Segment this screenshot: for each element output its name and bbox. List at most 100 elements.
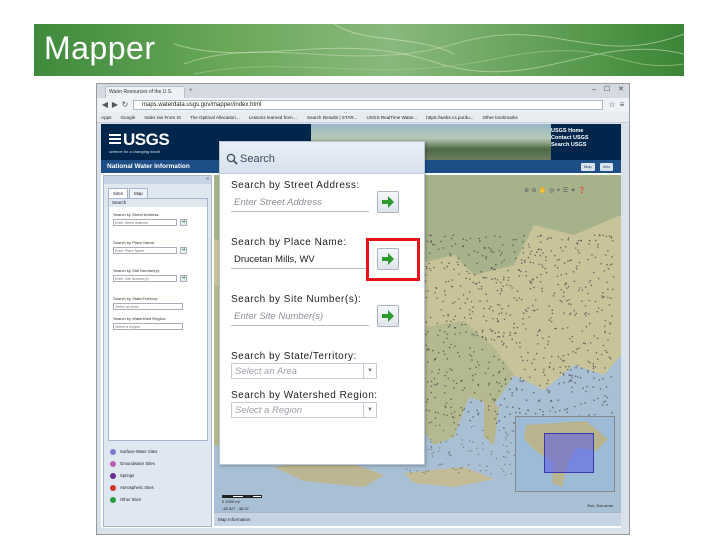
site-number-input[interactable]: Enter Site Number(s)	[231, 308, 369, 326]
sidebar: « Sites Map Search Search by Street Addre…	[103, 175, 212, 527]
chevron-down-icon[interactable]: ▼	[363, 364, 376, 378]
scale-bar: 0 1000 mi	[222, 495, 262, 504]
slide-title: Mapper	[44, 30, 156, 66]
watershed-region-label: Search by Watershed Region:	[231, 390, 378, 401]
sb-site-input[interactable]: Enter Site Number(s)	[113, 275, 177, 282]
bookmark-item[interactable]: The Optimal Allocation...	[190, 115, 240, 120]
legend-label: Other Sites	[120, 497, 141, 502]
usgs-links: USGS Home Contact USGS Search USGS	[551, 128, 621, 149]
usgs-logo-text: USGS	[123, 130, 170, 149]
state-territory-select[interactable]: Select an Area ▼	[231, 363, 377, 379]
state-territory-label: Search by State/Territory:	[231, 351, 357, 362]
title-banner: Mapper	[34, 24, 684, 76]
legend-label: Surface-Water Sites	[120, 449, 158, 454]
bookmark-item[interactable]: Google	[120, 115, 135, 120]
sb-state-label: Search by State/Territory:	[113, 296, 159, 301]
sb-street-label: Search by Street Address:	[113, 212, 160, 217]
street-address-input[interactable]: Enter Street Address	[231, 194, 369, 212]
star-icon[interactable]: ☆	[607, 100, 617, 110]
sb-street-input[interactable]: Enter Street Address	[113, 219, 177, 226]
legend-item-atmospheric[interactable]: Atmospheric Sites	[108, 482, 208, 494]
street-address-label: Search by Street Address:	[231, 180, 360, 191]
slide: Mapper Water Resources of the U.S. + – ☐…	[0, 0, 720, 540]
map-button[interactable]: Map	[581, 163, 595, 171]
place-name-input[interactable]: Drucetan Mills, WV	[231, 251, 369, 269]
address-bar: ◀ ▶ ↻ maps.waterdata.usgs.gov/mapper/ind…	[97, 98, 629, 112]
search-usgs-link[interactable]: Search USGS	[551, 142, 621, 149]
bookmark-item[interactable]: Index Ian From St	[144, 115, 181, 120]
map-footer: Map Information	[214, 512, 621, 526]
legend-item-springs[interactable]: Springs	[108, 470, 208, 482]
tools-icon[interactable]: ✦	[571, 188, 579, 194]
reload-icon[interactable]: ↻	[120, 100, 130, 110]
url-input[interactable]: maps.waterdata.usgs.gov/mapper/index.htm…	[133, 100, 603, 110]
sb-place-go-button[interactable]: ➜	[180, 247, 187, 254]
usgs-logo[interactable]: USGS	[109, 130, 170, 150]
go-arrow-icon	[382, 310, 394, 322]
bookmark-item[interactable]: Other bookmarks	[483, 115, 518, 120]
zoom-out-icon[interactable]: ⊖	[532, 188, 540, 194]
groundwater-icon	[110, 461, 116, 467]
sb-place-input[interactable]: Enter Place Name	[113, 247, 177, 254]
overview-map[interactable]	[515, 416, 615, 492]
layers-icon[interactable]: ☰	[563, 188, 571, 194]
sb-state-select[interactable]: Select an Area	[113, 303, 183, 310]
sb-place-label: Search by Place Name:	[113, 240, 156, 245]
place-name-label: Search by Place Name:	[231, 237, 347, 248]
sidebar-tabs: Sites Map	[108, 188, 149, 199]
sb-watershed-label: Search by Watershed Region:	[113, 316, 167, 321]
forward-icon[interactable]: ▶	[110, 100, 120, 110]
scale-labels: 0 1000 mi	[222, 499, 240, 504]
back-icon[interactable]: ◀	[100, 100, 110, 110]
sb-street-go-button[interactable]: ➜	[180, 219, 187, 226]
zoom-in-icon[interactable]: ⊕	[524, 188, 532, 194]
watershed-region-select[interactable]: Select a Region ▼	[231, 402, 377, 418]
pan-icon[interactable]: ✋	[539, 188, 549, 194]
scale-bar-graphic	[222, 495, 262, 498]
legend-label: Atmospheric Sites	[120, 485, 154, 490]
map-attribution: Esri, DeLorme	[587, 503, 613, 508]
sb-site-go-button[interactable]: ➜	[180, 275, 187, 282]
bookmark-item[interactable]: Apps	[101, 115, 111, 120]
bookmark-item[interactable]: https://webs.cs.purdu...	[426, 115, 473, 120]
surface-water-icon	[110, 449, 116, 455]
site-number-label: Search by Site Number(s):	[231, 294, 362, 305]
sb-watershed-select[interactable]: Select a Region	[113, 323, 183, 330]
window-controls[interactable]: – ☐ ✕	[592, 85, 627, 93]
usgs-home-link[interactable]: USGS Home	[551, 128, 621, 135]
bookmark-item[interactable]: Search Results | STAR...	[307, 115, 358, 120]
new-tab-button[interactable]: +	[189, 88, 199, 96]
collapse-icon[interactable]: «	[206, 176, 209, 182]
menu-icon[interactable]: ≡	[617, 100, 627, 110]
site-number-go-button[interactable]	[377, 305, 399, 327]
state-territory-placeholder: Select an Area	[235, 366, 297, 377]
sidebar-search-header: Search	[109, 199, 207, 207]
atmospheric-icon	[110, 485, 116, 491]
go-arrow-icon	[382, 196, 394, 208]
legend-item-groundwater[interactable]: Groundwater Sites	[108, 458, 208, 470]
legend-label: Springs	[120, 473, 135, 478]
street-address-go-button[interactable]	[377, 191, 399, 213]
sidebar-search-panel: Search Search by Street Address: Enter S…	[108, 198, 208, 441]
tab-bar: Water Resources of the U.S. + – ☐ ✕	[97, 84, 629, 98]
extent-icon[interactable]: ◎	[549, 188, 557, 194]
search-panel-header: Search	[220, 142, 424, 174]
chevron-down-icon[interactable]: ▼	[363, 403, 376, 417]
springs-icon	[110, 473, 116, 479]
help-icon[interactable]: ❓	[578, 188, 588, 194]
contact-usgs-link[interactable]: Contact USGS	[551, 135, 621, 142]
other-sites-icon	[110, 497, 116, 503]
search-panel-title: Search	[240, 153, 275, 165]
legend-item-other[interactable]: Other Sites	[108, 494, 208, 506]
info-button[interactable]: Info	[600, 163, 613, 171]
legend-label: Groundwater Sites	[120, 461, 155, 466]
bookmark-item[interactable]: USGS RealTime Water...	[367, 115, 418, 120]
coordinate-readout: -45.927 , 38.07	[222, 506, 249, 511]
overview-extent-box[interactable]	[544, 433, 594, 473]
go-button-highlight	[366, 238, 420, 281]
browser-tab[interactable]: Water Resources of the U.S.	[105, 86, 185, 98]
legend-item-surface-water[interactable]: Surface-Water Sites	[108, 446, 208, 458]
bookmark-item[interactable]: Lessons learned from ...	[249, 115, 298, 120]
map-toolbar: ⊕⊖✋◎⌖☰✦❓	[524, 187, 588, 195]
search-icon	[226, 153, 238, 165]
